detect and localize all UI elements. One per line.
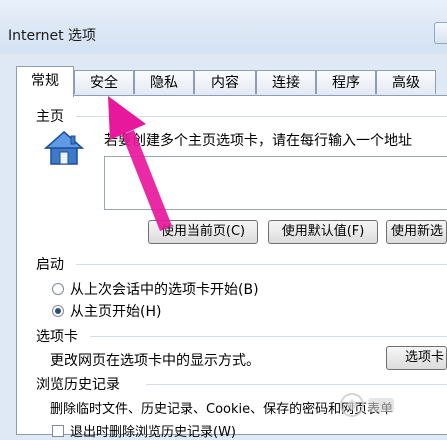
title-bar: Internet 选项 — [0, 0, 447, 54]
window-control-button[interactable] — [434, 22, 447, 44]
tab-strip: 常规 安全 隐私 内容 连接 程序 高级 — [16, 66, 447, 97]
tab-connections[interactable]: 连接 — [256, 70, 316, 94]
startup-section-title: 启动 — [36, 257, 64, 273]
use-default-button[interactable]: 使用默认值(F) — [268, 220, 378, 244]
startup-last-session-label: 从上次会话中的选项卡开始(B) — [70, 282, 259, 298]
tabs-section-title: 选项卡 — [36, 329, 78, 345]
tabs-section-divider — [90, 336, 447, 337]
home-page-url-input[interactable] — [104, 156, 447, 210]
tab-security[interactable]: 安全 — [74, 70, 134, 94]
window-title: Internet 选项 — [8, 28, 97, 44]
tabs-settings-button[interactable]: 选项卡 — [386, 346, 447, 370]
use-new-tab-button[interactable]: 使用新选 — [386, 220, 447, 244]
startup-section-divider — [76, 264, 447, 265]
tab-programs[interactable]: 程序 — [316, 70, 376, 94]
home-description: 若要创建多个主页选项卡，请在每行输入一个地址 — [104, 133, 412, 149]
startup-home-page-radio[interactable] — [52, 305, 64, 317]
home-section-title: 主页 — [36, 109, 64, 125]
tab-content[interactable]: 内容 — [194, 70, 256, 94]
history-section-divider — [146, 384, 447, 385]
watermark-logo — [340, 393, 394, 417]
delete-on-exit-checkbox[interactable] — [52, 425, 64, 437]
tabs-description: 更改网页在选项卡中的显示方式。 — [50, 353, 260, 369]
delete-on-exit-label: 退出时删除浏览历史记录(W) — [70, 425, 236, 440]
home-section-divider — [76, 116, 447, 117]
tab-privacy[interactable]: 隐私 — [134, 70, 194, 94]
history-section-title: 浏览历史记录 — [36, 377, 120, 393]
tab-general[interactable]: 常规 — [16, 66, 74, 97]
tab-advanced[interactable]: 高级 — [376, 70, 436, 94]
startup-home-page-label: 从主页开始(H) — [70, 304, 162, 320]
use-current-button[interactable]: 使用当前页(C) — [148, 220, 258, 244]
house-icon — [44, 130, 84, 165]
startup-last-session-radio[interactable] — [52, 283, 64, 295]
